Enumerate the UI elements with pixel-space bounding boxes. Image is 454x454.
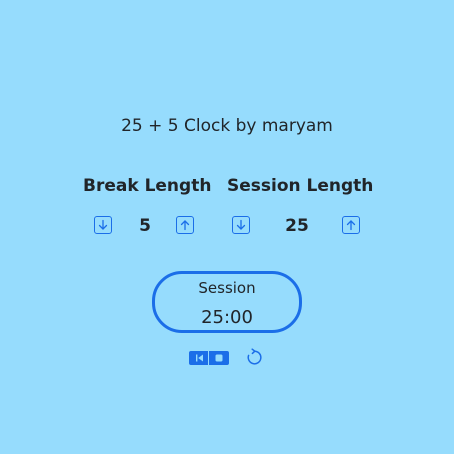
reset-button[interactable] [245, 348, 264, 367]
arrow-up-square-icon [180, 220, 190, 231]
app-title: 25 + 5 Clock by maryam [121, 116, 333, 136]
session-length-value: 25 [285, 216, 309, 236]
arrow-down-square-icon [236, 219, 246, 230]
timer-display: Session 25:00 [152, 271, 302, 333]
clock-app: 25 + 5 Clock by maryam Break Length Sess… [0, 0, 454, 454]
arrow-up-square-icon [346, 220, 356, 231]
break-length-value: 5 [139, 216, 151, 236]
break-increment-button[interactable] [176, 216, 194, 234]
time-left: 25:00 [201, 307, 253, 328]
session-length-label: Session Length [227, 176, 374, 196]
break-length-label: Break Length [83, 176, 212, 196]
session-decrement-button[interactable] [232, 216, 250, 234]
play-pause-button[interactable] [189, 351, 229, 365]
button-divider [208, 351, 209, 365]
stop-icon [215, 354, 223, 362]
break-decrement-button[interactable] [94, 216, 112, 234]
timer-label: Session [198, 279, 256, 297]
session-increment-button[interactable] [342, 216, 360, 234]
play-icon [196, 354, 203, 362]
arrow-down-square-icon [98, 219, 108, 230]
reset-icon [247, 348, 262, 365]
